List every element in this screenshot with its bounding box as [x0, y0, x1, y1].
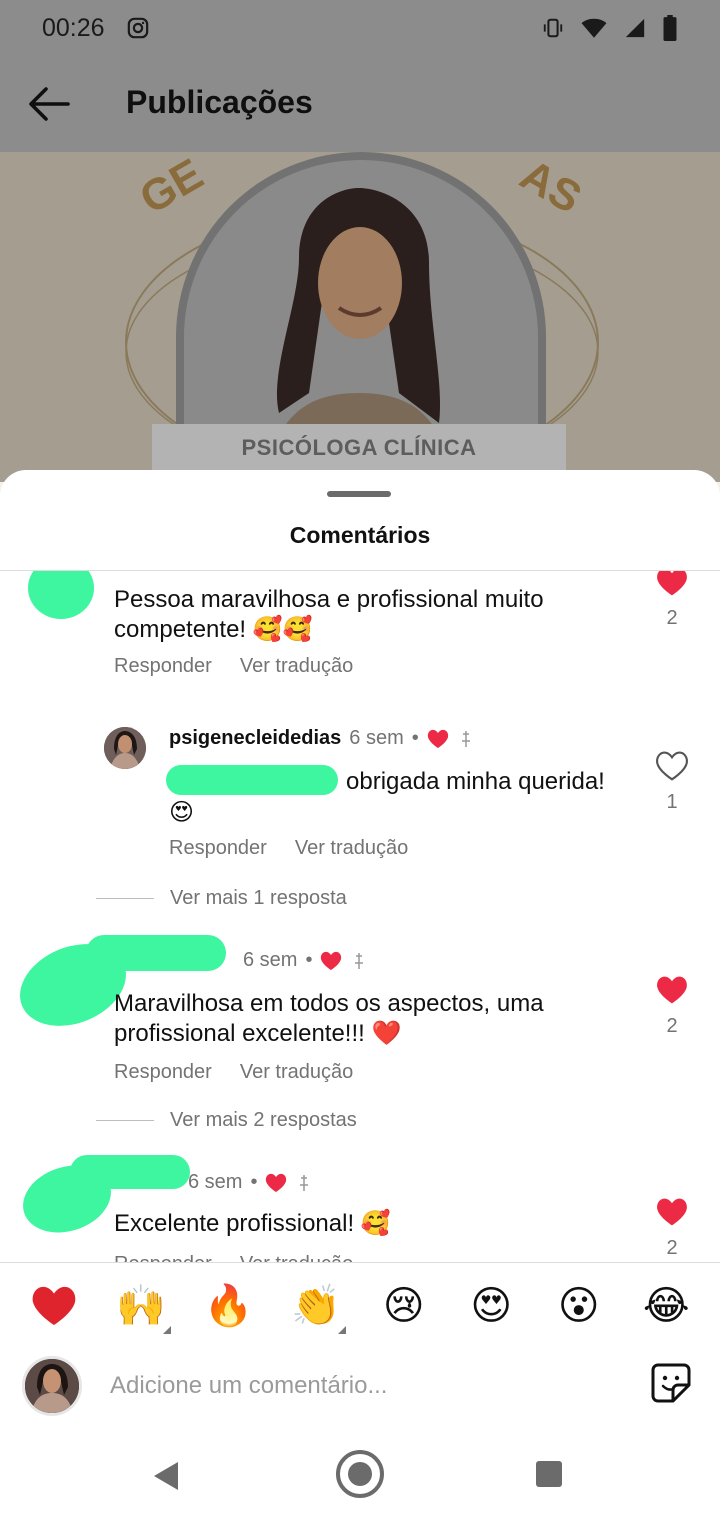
bullet: •: [250, 1171, 258, 1193]
like-count: 2: [666, 1237, 678, 1259]
heart-outline-icon[interactable]: [656, 751, 688, 781]
like-count: 2: [666, 1015, 678, 1037]
comment-text: Excelente profissional! 🥰: [114, 1210, 391, 1237]
comment-input[interactable]: [110, 1372, 630, 1400]
redacted-username: [70, 1155, 190, 1189]
reaction-laughing[interactable]: 😂: [640, 1280, 692, 1332]
arrow-left-icon[interactable]: [28, 86, 70, 122]
view-more-replies-label: Ver mais 2 respostas: [170, 1109, 357, 1131]
reaction-crying[interactable]: 😢: [378, 1280, 430, 1332]
page-title: Publicações: [126, 84, 313, 120]
battery-icon: [663, 15, 677, 41]
signal-icon: [625, 18, 645, 38]
surprised-face-icon: 😮: [557, 1282, 600, 1329]
like-count: 2: [666, 607, 678, 629]
like-count: 1: [666, 791, 678, 813]
my-avatar: [22, 1356, 82, 1416]
reaction-raised-hands[interactable]: 🙌: [115, 1280, 172, 1334]
comment-actions: Responder Ver tradução: [169, 837, 408, 860]
reaction-heart[interactable]: [28, 1280, 80, 1332]
view-more-replies-label: Ver mais 1 resposta: [170, 887, 347, 909]
like-column: 1: [652, 751, 692, 814]
comment-actions: Responder Ver tradução: [114, 1061, 353, 1084]
reply-button[interactable]: Responder: [114, 1061, 212, 1084]
heart-emoji-icon: [32, 1286, 76, 1325]
pin-icon: [300, 1174, 309, 1191]
heart-eyes-icon: 😍: [470, 1282, 513, 1329]
quick-reactions-bar: 🙌 🔥 👏 😢 😍 😮 😂: [0, 1262, 720, 1348]
reply-button[interactable]: Responder: [169, 837, 267, 860]
reply-text: obrigada minha querida!: [346, 768, 605, 795]
like-column: 2: [652, 1197, 692, 1260]
creator-heart-icon: [266, 1173, 287, 1192]
avatar-photo: [104, 727, 146, 769]
raised-hands-icon: 🙌: [116, 1283, 167, 1329]
reply-meta: psigenecleidedias 6 sem •: [169, 727, 475, 750]
sticker-icon[interactable]: [650, 1362, 692, 1404]
comments-list[interactable]: Pessoa maravilhosa e profissional muito …: [0, 571, 720, 1263]
timestamp: 6 sem: [349, 727, 404, 749]
creator-heart-icon: [427, 729, 448, 748]
comment-meta: 6 sem •: [243, 949, 368, 972]
comments-sheet: Comentários Pessoa maravilhosa e profiss…: [0, 470, 720, 1520]
bullet: •: [305, 949, 313, 971]
sheet-grabber[interactable]: [327, 491, 391, 497]
avatar-photo: [25, 1359, 79, 1413]
post-image: GE AS PSICÓLOGA CLÍNICA: [0, 152, 720, 482]
reaction-heart-eyes[interactable]: 😍: [465, 1280, 517, 1332]
translate-button[interactable]: Ver tradução: [240, 1061, 353, 1084]
comment-composer: [0, 1350, 720, 1438]
fire-icon: 🔥: [203, 1283, 254, 1329]
view-more-replies[interactable]: Ver mais 1 resposta: [96, 887, 347, 910]
skin-tone-indicator: [163, 1325, 172, 1334]
reply-button[interactable]: Responder: [114, 655, 212, 678]
view-more-replies[interactable]: Ver mais 2 respostas: [96, 1109, 357, 1132]
timestamp: 6 sem: [188, 1171, 243, 1193]
redacted-avatar: [28, 571, 94, 619]
avatar[interactable]: [104, 727, 146, 769]
clap-icon: 👏: [291, 1283, 342, 1329]
reaction-clap[interactable]: 👏: [290, 1280, 347, 1334]
square-recents-icon[interactable]: [536, 1461, 562, 1487]
triangle-back-icon[interactable]: [150, 1460, 180, 1492]
pin-icon: [355, 952, 364, 969]
system-nav-bar: [0, 1438, 720, 1520]
translate-button[interactable]: Ver tradução: [240, 655, 353, 678]
heart-icon[interactable]: [656, 571, 688, 597]
comment-text: Pessoa maravilhosa e profissional muito …: [114, 586, 544, 643]
status-time: 00:26: [42, 13, 105, 42]
laughing-face-icon: 😂: [642, 1282, 690, 1329]
like-column: 2: [652, 975, 692, 1038]
instagram-icon: [127, 17, 148, 39]
comment-actions: Responder Ver tradução: [114, 655, 353, 678]
app-header: Publicações: [0, 56, 720, 152]
comment-meta: 6 sem •: [188, 1171, 313, 1194]
reaction-fire[interactable]: 🔥: [203, 1280, 255, 1332]
creator-heart-icon: [321, 951, 342, 970]
comment-text: Maravilhosa em todos os aspectos, uma pr…: [114, 990, 544, 1047]
reaction-surprised[interactable]: 😮: [553, 1280, 605, 1332]
heart-icon[interactable]: [656, 975, 688, 1005]
post-banner: PSICÓLOGA CLÍNICA: [152, 424, 566, 472]
pin-icon: [461, 730, 470, 747]
reply-emoji: 😍: [169, 798, 195, 826]
vibrate-icon: [543, 18, 563, 38]
redacted-mention: [166, 765, 338, 795]
status-bar: 00:26: [0, 0, 720, 56]
username[interactable]: psigenecleidedias: [169, 727, 341, 750]
heart-icon[interactable]: [656, 1197, 688, 1227]
like-column: 2: [652, 571, 692, 630]
circle-home-icon[interactable]: [334, 1448, 386, 1500]
skin-tone-indicator: [338, 1325, 347, 1334]
sheet-title: Comentários: [289, 522, 431, 548]
thread-line: [96, 898, 154, 899]
redacted-username: [86, 935, 226, 971]
bullet: •: [411, 727, 419, 749]
thread-line: [96, 1120, 154, 1121]
crying-face-icon: 😢: [382, 1282, 425, 1329]
wifi-icon: [581, 18, 607, 38]
status-icons: [542, 15, 678, 41]
timestamp: 6 sem: [243, 949, 298, 971]
translate-button[interactable]: Ver tradução: [295, 837, 408, 860]
